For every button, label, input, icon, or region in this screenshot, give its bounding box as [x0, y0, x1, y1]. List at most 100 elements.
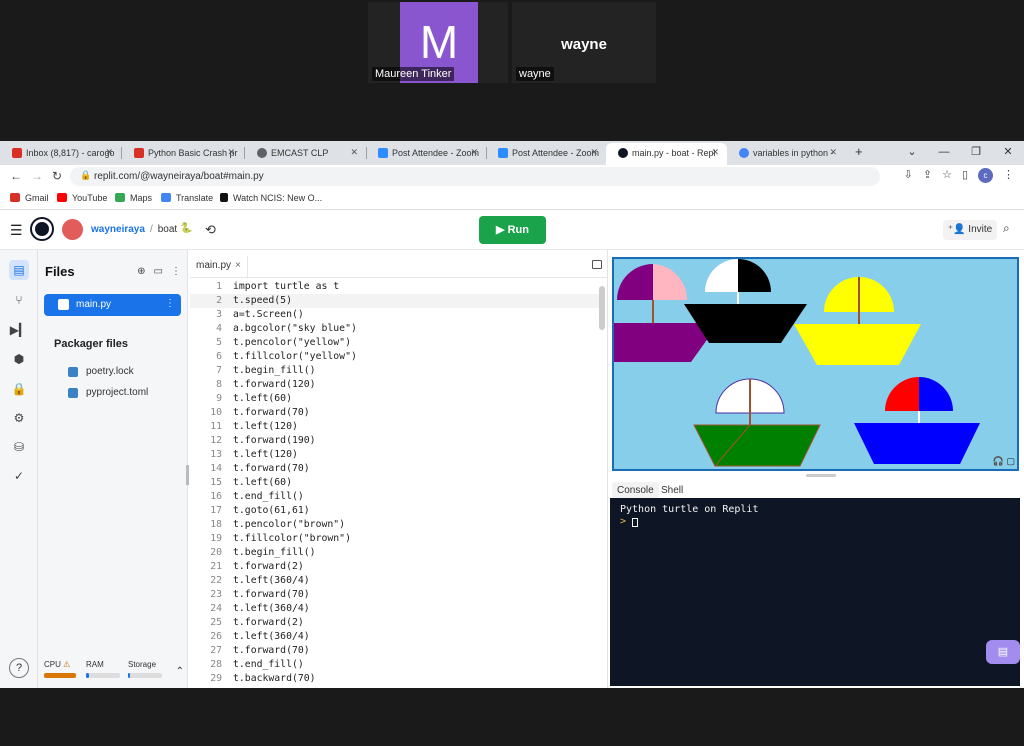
minimap-toggle-icon[interactable] — [592, 260, 602, 269]
code-line[interactable]: 7 t.begin_fill() — [190, 364, 600, 378]
code-line[interactable]: 24 t.left(360/4) — [190, 602, 600, 616]
browser-tab[interactable]: Post Attendee - Zoom ✕ — [366, 143, 486, 165]
tab-shell[interactable]: Shell — [656, 482, 688, 499]
bookmark-ncis[interactable]: Watch NCIS: New O... — [220, 193, 322, 203]
close-icon[interactable]: ✕ — [470, 147, 478, 158]
menu-dots-icon[interactable]: ⋮ — [1003, 168, 1014, 181]
bookmark-youtube[interactable]: YouTube — [57, 193, 107, 203]
turtle-canvas[interactable]: 🎧 ▢ — [612, 257, 1019, 471]
code-line[interactable]: 25 t.forward(2) — [190, 616, 600, 630]
code-line[interactable]: 11 t.left(120) — [190, 420, 600, 434]
participant-tile-maureen[interactable]: M Maureen Tinker — [368, 2, 508, 83]
code-line[interactable]: 16 t.end_fill() — [190, 490, 600, 504]
tab-main-py[interactable]: main.py × — [190, 256, 248, 278]
packages-icon[interactable]: ⬢ — [9, 349, 29, 369]
code-line[interactable]: 19 t.fillcolor("brown") — [190, 532, 600, 546]
code-line[interactable]: 29 t.backward(70) — [190, 672, 600, 686]
browser-tab[interactable]: EMCAST CLP ✕ — [245, 143, 366, 165]
profile-avatar[interactable]: c — [978, 168, 993, 183]
run-button[interactable]: ▶ Run — [479, 216, 546, 244]
close-icon[interactable]: ✕ — [590, 147, 598, 158]
database-icon[interactable]: ⛁ — [9, 437, 29, 457]
invite-button[interactable]: ⁺👤 Invite — [943, 220, 997, 240]
url-input[interactable]: 🔒 replit.com/@wayneiraya/boat#main.py — [70, 167, 880, 186]
browser-tab[interactable]: Inbox (8,817) - carogo ✕ — [0, 143, 121, 165]
browser-tab[interactable]: Post Attendee - Zoom ✕ — [486, 143, 606, 165]
code-line[interactable]: 27 t.forward(70) — [190, 644, 600, 658]
code-line[interactable]: 4 a.bgcolor("sky blue") — [190, 322, 600, 336]
reload-icon[interactable]: ↻ — [52, 169, 62, 183]
code-line[interactable]: 1 import turtle as t — [190, 280, 600, 294]
code-line[interactable]: 3 a=t.Screen() — [190, 308, 600, 322]
browser-tab-active[interactable]: main.py - boat - Repl ✕ — [606, 143, 727, 165]
code-line[interactable]: 14 t.forward(70) — [190, 462, 600, 476]
headphones-icon[interactable]: 🎧 — [993, 456, 1004, 466]
code-line[interactable]: 12 t.forward(190) — [190, 434, 600, 448]
code-line[interactable]: 2 t.speed(5) — [190, 294, 600, 308]
resource-usage[interactable]: CPU ⚠ RAM Storage ⌃ — [44, 660, 184, 686]
code-line[interactable]: 8 t.forward(120) — [190, 378, 600, 392]
help-icon[interactable]: ? — [9, 658, 29, 678]
settings-gear-icon[interactable]: ⚙ — [9, 408, 29, 428]
secrets-lock-icon[interactable]: 🔒 — [9, 379, 29, 399]
replit-logo-icon[interactable] — [32, 219, 52, 239]
code-line[interactable]: 17 t.goto(61,61) — [190, 504, 600, 518]
output-resize-handle[interactable] — [806, 474, 836, 477]
new-folder-icon[interactable]: ▭ — [154, 266, 163, 277]
close-icon[interactable]: ✕ — [829, 147, 837, 158]
minimize-button[interactable]: — — [928, 141, 960, 163]
file-item-pyproject[interactable]: pyproject.toml — [68, 387, 148, 398]
code-line[interactable]: 9 t.left(60) — [190, 392, 600, 406]
tab-console[interactable]: Console — [612, 482, 659, 499]
code-line[interactable]: 5 t.pencolor("yellow") — [190, 336, 600, 350]
code-line[interactable]: 22 t.left(360/4) — [190, 574, 600, 588]
chat-button[interactable]: ▤ — [986, 640, 1020, 664]
new-file-icon[interactable]: ⊕ — [137, 266, 145, 277]
more-options-icon[interactable]: ⋮ — [171, 266, 181, 277]
files-tool-icon[interactable]: ▤ — [9, 260, 29, 280]
history-icon[interactable]: ⟲ — [205, 222, 216, 238]
close-icon[interactable]: ✕ — [227, 147, 235, 158]
code-line[interactable]: 10 t.forward(70) — [190, 406, 600, 420]
code-line[interactable]: 23 t.forward(70) — [190, 588, 600, 602]
code-line[interactable]: 26 t.left(360/4) — [190, 630, 600, 644]
share-icon[interactable]: ⇪ — [923, 168, 932, 181]
code-line[interactable]: 15 t.left(60) — [190, 476, 600, 490]
avatar[interactable] — [62, 219, 83, 240]
code-line[interactable]: 18 t.pencolor("brown") — [190, 518, 600, 532]
panel-resize-handle[interactable] — [186, 465, 189, 485]
file-item-poetry-lock[interactable]: poetry.lock — [68, 366, 134, 377]
menu-icon[interactable]: ☰ — [10, 222, 23, 239]
search-icon[interactable]: ⌕ — [1003, 221, 1010, 236]
run-tool-icon[interactable]: ▶▎ — [9, 320, 29, 340]
new-tab-button[interactable]: + — [845, 143, 875, 165]
code-line[interactable]: 13 t.left(120) — [190, 448, 600, 462]
close-icon[interactable]: × — [235, 260, 241, 271]
bookmark-star-icon[interactable]: ☆ — [942, 168, 952, 181]
repl-name[interactable]: boat — [158, 224, 177, 235]
close-icon[interactable]: ✕ — [711, 147, 719, 158]
close-icon[interactable]: ✕ — [105, 147, 113, 158]
chevron-up-icon[interactable]: ⌃ — [176, 666, 184, 677]
participant-tile-wayne[interactable]: wayne wayne — [512, 2, 656, 83]
close-icon[interactable]: ✕ — [350, 147, 358, 158]
code-area[interactable]: 1 import turtle as t 2 t.speed(5) 3 a=t.Scree… — [190, 280, 600, 686]
restore-button[interactable]: ❐ — [960, 141, 992, 163]
file-item-main-py[interactable]: main.py ⋮ — [44, 294, 181, 316]
close-window-button[interactable]: ✕ — [992, 141, 1024, 163]
code-line[interactable]: 21 t.forward(2) — [190, 560, 600, 574]
code-line[interactable]: 6 t.fillcolor("yellow") — [190, 350, 600, 364]
git-icon[interactable]: ⑂ — [9, 290, 29, 310]
bookmark-gmail[interactable]: Gmail — [10, 193, 49, 203]
breadcrumb-user-link[interactable]: wayneiraya — [91, 224, 145, 235]
forward-icon[interactable]: → — [31, 169, 43, 183]
bookmark-translate[interactable]: Translate — [161, 193, 213, 203]
side-panel-icon[interactable]: ▯ — [962, 168, 968, 181]
browser-tab[interactable]: variables in python - ✕ — [727, 143, 845, 165]
back-icon[interactable]: ← — [10, 169, 22, 183]
bookmark-maps[interactable]: Maps — [115, 193, 152, 203]
install-app-icon[interactable]: ⇩ — [904, 168, 913, 181]
checkmark-icon[interactable]: ✓ — [9, 466, 29, 486]
code-line[interactable]: 28 t.end_fill() — [190, 658, 600, 672]
browser-tab[interactable]: Python Basic Crash pr ✕ — [122, 143, 243, 165]
